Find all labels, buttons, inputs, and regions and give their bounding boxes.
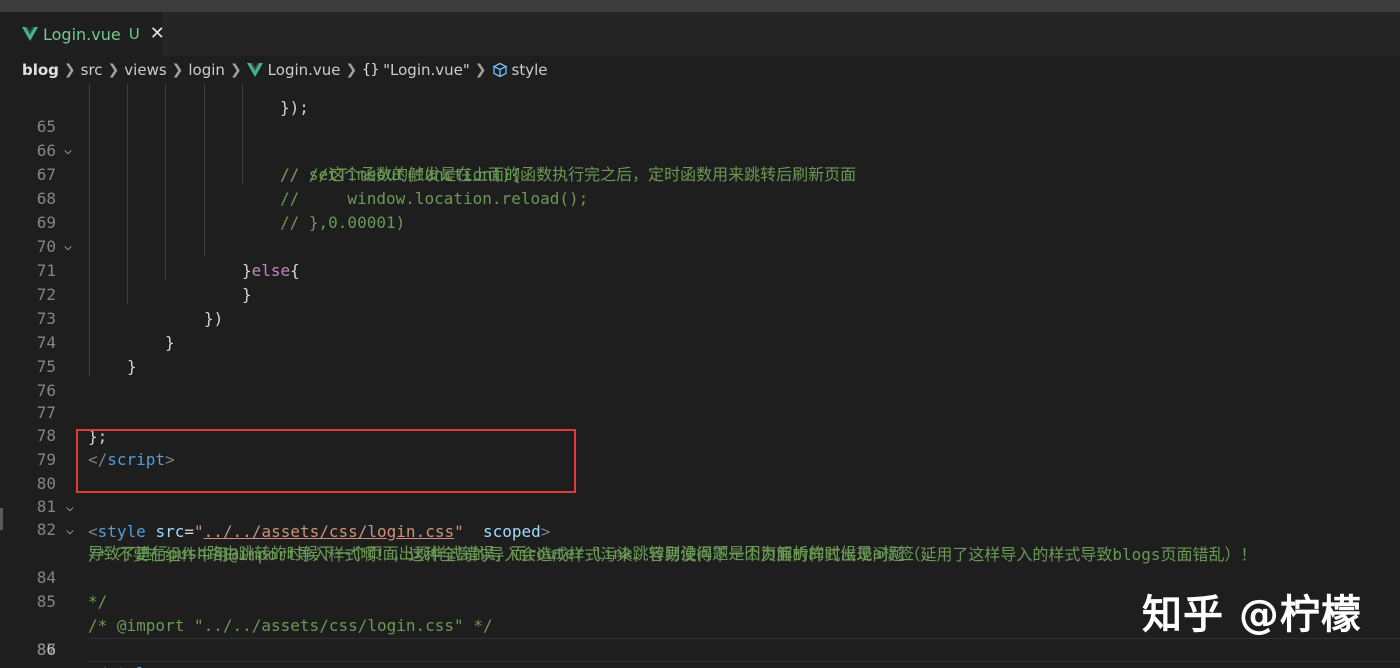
- code-line: 71 }: [0, 235, 1400, 304]
- watermark: 知乎 @柠檬: [1142, 592, 1362, 638]
- code-token: </: [88, 664, 107, 668]
- line-number: 82: [36, 520, 56, 539]
- code-line: 68 // },0.00001): [0, 163, 1400, 232]
- menu-bar: [0, 0, 1400, 12]
- code-token: <: [88, 522, 98, 541]
- code-token-link[interactable]: ../../assets/css/login.css: [204, 522, 454, 541]
- line-number: 87: [36, 640, 56, 659]
- annotation-highlight-box: [76, 429, 576, 493]
- code-line: 82 导致了进行push路由跳转的时候下一个页面出现样式错误，而router-l…: [0, 494, 1400, 563]
- code-token: src: [155, 522, 185, 541]
- code-text: <style src="../../assets/css/login.css" …: [88, 520, 550, 544]
- vue-file-icon: [246, 62, 263, 78]
- code-token: style: [97, 522, 146, 541]
- code-line: 77 };: [0, 377, 1400, 446]
- code-line: 75: [0, 331, 1400, 376]
- breadcrumb-item-login[interactable]: login: [188, 61, 225, 79]
- chevron-right-icon: ❯: [63, 62, 76, 78]
- code-text: </style>: [88, 662, 165, 668]
- tab-label: Login.vue: [43, 24, 121, 44]
- code-line: 70: [0, 211, 1400, 256]
- breadcrumb-item-module[interactable]: "Login.vue": [383, 61, 470, 79]
- gutter-marker: [0, 508, 3, 530]
- git-untracked-badge: U: [128, 25, 140, 43]
- code-token: =: [184, 522, 194, 541]
- code-token: style: [107, 664, 155, 668]
- code-token: >: [155, 664, 165, 668]
- code-line: 66 // setTimeout(function(){: [0, 115, 1400, 184]
- fold-chevron-icon[interactable]: ⌵: [66, 519, 84, 543]
- code-token: ": [194, 522, 204, 541]
- chevron-right-icon: ❯: [171, 62, 184, 78]
- object-braces-icon: {}: [362, 62, 380, 78]
- code-token: scoped: [483, 522, 541, 541]
- breadcrumb-item-src[interactable]: src: [81, 61, 103, 79]
- cube-icon: [492, 62, 508, 78]
- breadcrumb-item-blog[interactable]: blog: [22, 61, 59, 79]
- breadcrumb-item-file[interactable]: Login.vue: [268, 61, 341, 79]
- close-icon[interactable]: ✕: [150, 25, 165, 43]
- chevron-right-icon: ❯: [474, 62, 487, 78]
- code-line: 78 </script>: [0, 400, 1400, 469]
- code-line: 73 }: [0, 283, 1400, 352]
- code-line: 74 }: [0, 307, 1400, 376]
- breadcrumb-item-style[interactable]: style: [512, 61, 548, 79]
- chevron-right-icon: ❯: [107, 62, 120, 78]
- current-line-highlight: [88, 638, 1400, 662]
- code-line: 76: [0, 355, 1400, 400]
- code-token: ": [454, 522, 464, 541]
- code-line: 72 }): [0, 259, 1400, 328]
- code-token: >: [540, 522, 551, 541]
- code-editor[interactable]: }); 65 ⌵ // //这个函数的触发是在上面的函数执行完之后，定时函数用来…: [0, 84, 1400, 668]
- code-line: 84 */: [0, 542, 1400, 611]
- breadcrumb-item-views[interactable]: views: [124, 61, 166, 79]
- tab-login-vue[interactable]: Login.vue U ✕: [0, 12, 165, 56]
- code-line: 69 ⌵ }else{: [0, 187, 1400, 280]
- tab-bar: Login.vue U ✕: [0, 12, 1400, 56]
- chevron-right-icon: ❯: [345, 62, 358, 78]
- chevron-right-icon: ❯: [229, 62, 242, 78]
- breadcrumb: blog ❯ src ❯ views ❯ login ❯ Login.vue ❯…: [0, 56, 1400, 84]
- code-line: 67 // window.location.reload();: [0, 139, 1400, 208]
- vue-file-icon: [22, 26, 38, 42]
- code-line: 65 ⌵ // //这个函数的触发是在上面的函数执行完之后，定时函数用来跳转后刷…: [0, 91, 1400, 184]
